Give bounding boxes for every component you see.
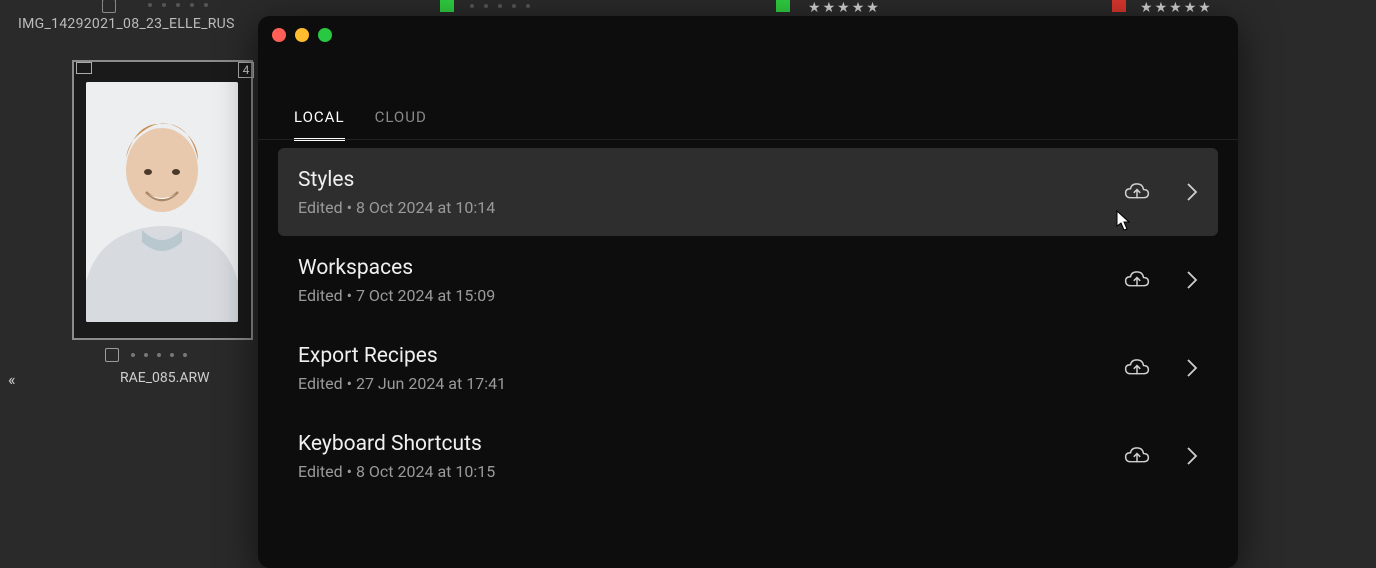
- tab-cloud[interactable]: CLOUD: [375, 108, 427, 141]
- thumbnail-image[interactable]: [86, 82, 238, 322]
- top-rating-dots: [470, 4, 530, 8]
- portrait-placeholder: [86, 82, 238, 322]
- backup-list: Styles Edited • 8 Oct 2024 at 10:14 Work…: [278, 148, 1218, 558]
- tabs-bar: LOCAL CLOUD: [294, 108, 427, 141]
- list-item-workspaces[interactable]: Workspaces Edited • 7 Oct 2024 at 15:09: [278, 236, 1218, 324]
- list-item-meta: Edited • 7 Oct 2024 at 15:09: [298, 286, 495, 305]
- chevron-right-icon[interactable]: [1186, 182, 1198, 202]
- backup-restore-panel: LOCAL CLOUD Styles Edited • 8 Oct 2024 a…: [258, 16, 1238, 568]
- top-rating-dots: [148, 3, 208, 7]
- rating-dots[interactable]: [131, 353, 187, 357]
- color-tag-red[interactable]: [1112, 0, 1126, 12]
- list-item-title: Export Recipes: [298, 344, 506, 368]
- select-checkbox[interactable]: [105, 348, 119, 362]
- video-icon: [76, 62, 92, 74]
- chevron-right-icon[interactable]: [1186, 270, 1198, 290]
- top-checkbox[interactable]: [102, 0, 116, 13]
- list-item-title: Workspaces: [298, 256, 495, 280]
- list-item-export-recipes[interactable]: Export Recipes Edited • 27 Jun 2024 at 1…: [278, 324, 1218, 412]
- star-rating[interactable]: ★★★★★: [808, 0, 879, 16]
- star-rating[interactable]: ★★★★★: [1140, 0, 1211, 16]
- variant-count: 4: [238, 62, 254, 78]
- browser-filename-top: IMG_14292021_08_23_ELLE_RUS: [18, 16, 235, 32]
- window-maximize-button[interactable]: [318, 28, 332, 42]
- color-tag-green[interactable]: [440, 0, 454, 12]
- thumbnail-footer: [105, 348, 187, 362]
- browser-filename-bottom: RAE_085.ARW: [120, 370, 210, 386]
- collapse-chevron-icon[interactable]: «: [8, 370, 16, 389]
- list-item-meta: Edited • 8 Oct 2024 at 10:14: [298, 198, 495, 217]
- window-controls: [272, 28, 332, 42]
- cloud-upload-icon[interactable]: [1124, 267, 1150, 293]
- list-item-meta: Edited • 8 Oct 2024 at 10:15: [298, 462, 495, 481]
- list-item-title: Keyboard Shortcuts: [298, 432, 495, 456]
- list-item-styles[interactable]: Styles Edited • 8 Oct 2024 at 10:14: [278, 148, 1218, 236]
- chevron-right-icon[interactable]: [1186, 446, 1198, 466]
- list-item-keyboard-shortcuts[interactable]: Keyboard Shortcuts Edited • 8 Oct 2024 a…: [278, 412, 1218, 500]
- chevron-right-icon[interactable]: [1186, 358, 1198, 378]
- window-close-button[interactable]: [272, 28, 286, 42]
- cloud-upload-icon[interactable]: [1124, 443, 1150, 469]
- tab-local[interactable]: LOCAL: [294, 108, 345, 141]
- color-tag-green[interactable]: [776, 0, 790, 12]
- list-item-title: Styles: [298, 168, 495, 192]
- cloud-upload-icon[interactable]: [1124, 355, 1150, 381]
- top-strip: ★★★★★ ★★★★★: [0, 0, 1376, 14]
- list-item-meta: Edited • 27 Jun 2024 at 17:41: [298, 374, 506, 393]
- tab-separator: [258, 139, 1238, 140]
- window-minimize-button[interactable]: [295, 28, 309, 42]
- cloud-upload-icon[interactable]: [1124, 179, 1150, 205]
